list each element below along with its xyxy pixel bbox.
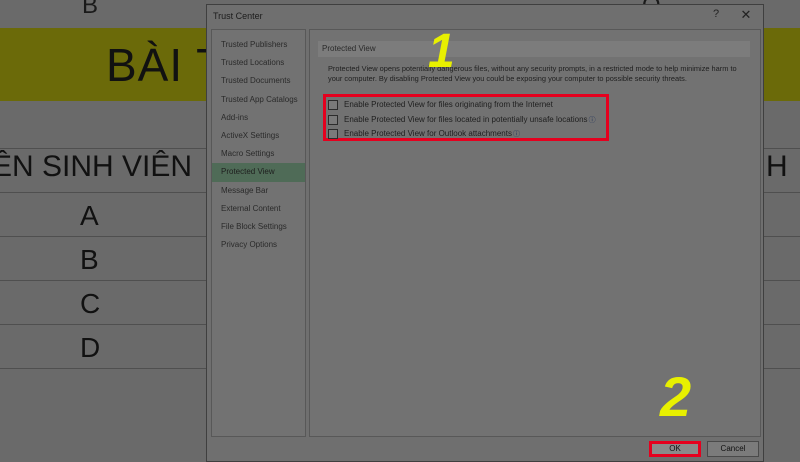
cell-text: D (80, 332, 101, 363)
info-icon: ⓘ (512, 130, 520, 138)
nav-item-trusted-app-catalogs[interactable]: Trusted App Catalogs (212, 91, 305, 109)
option-label: Enable Protected View for Outlook attach… (344, 129, 512, 138)
checkbox[interactable] (328, 114, 338, 125)
option-label: Enable Protected View for files originat… (344, 100, 553, 109)
nav-item-trusted-publishers[interactable]: Trusted Publishers (212, 36, 305, 54)
dialog-titlebar[interactable]: Trust Center ? ✕ (207, 5, 763, 27)
protected-view-panel: Protected View Protected View opens pote… (309, 29, 761, 437)
checkbox[interactable] (328, 99, 338, 110)
cancel-button[interactable]: Cancel (707, 441, 759, 457)
option-outlook-attachments[interactable]: Enable Protected View for Outlook attach… (328, 127, 520, 140)
cell-text: B (80, 244, 99, 275)
nav-item-protected-view[interactable]: Protected View (212, 163, 305, 182)
step-number-1: 1 (428, 25, 455, 78)
nav-item-trusted-locations[interactable]: Trusted Locations (212, 54, 305, 72)
trust-center-nav: Trusted Publishers Trusted Locations Tru… (211, 29, 306, 437)
nav-item-trusted-documents[interactable]: Trusted Documents (212, 72, 305, 90)
nav-item-macro-settings[interactable]: Macro Settings (212, 145, 305, 163)
column-header: H (766, 150, 788, 183)
option-internet-files[interactable]: Enable Protected View for files originat… (328, 98, 553, 111)
cell-text: C (80, 288, 101, 319)
option-unsafe-locations[interactable]: Enable Protected View for files located … (328, 113, 596, 126)
ok-button[interactable]: OK (649, 441, 701, 457)
close-button[interactable]: ✕ (739, 7, 753, 23)
nav-item-message-bar[interactable]: Message Bar (212, 182, 305, 200)
help-button[interactable]: ? (709, 8, 723, 20)
option-label: Enable Protected View for files located … (344, 115, 588, 124)
step-number-2: 2 (660, 365, 692, 428)
nav-item-privacy-options[interactable]: Privacy Options (212, 236, 305, 254)
protected-view-description: Protected View opens potentially dangero… (328, 64, 737, 83)
cell-text: A (80, 200, 99, 231)
nav-item-add-ins[interactable]: Add-ins (212, 109, 305, 127)
dialog-title: Trust Center (213, 11, 263, 21)
section-title: Protected View (318, 41, 750, 57)
checkbox[interactable] (328, 128, 338, 139)
cell-text: B (82, 0, 99, 19)
nav-item-external-content[interactable]: External Content (212, 200, 305, 218)
info-icon: ⓘ (588, 116, 596, 124)
nav-item-file-block-settings[interactable]: File Block Settings (212, 218, 305, 236)
column-header: ÊN SINH VIÊN (0, 150, 193, 183)
nav-item-activex-settings[interactable]: ActiveX Settings (212, 127, 305, 145)
